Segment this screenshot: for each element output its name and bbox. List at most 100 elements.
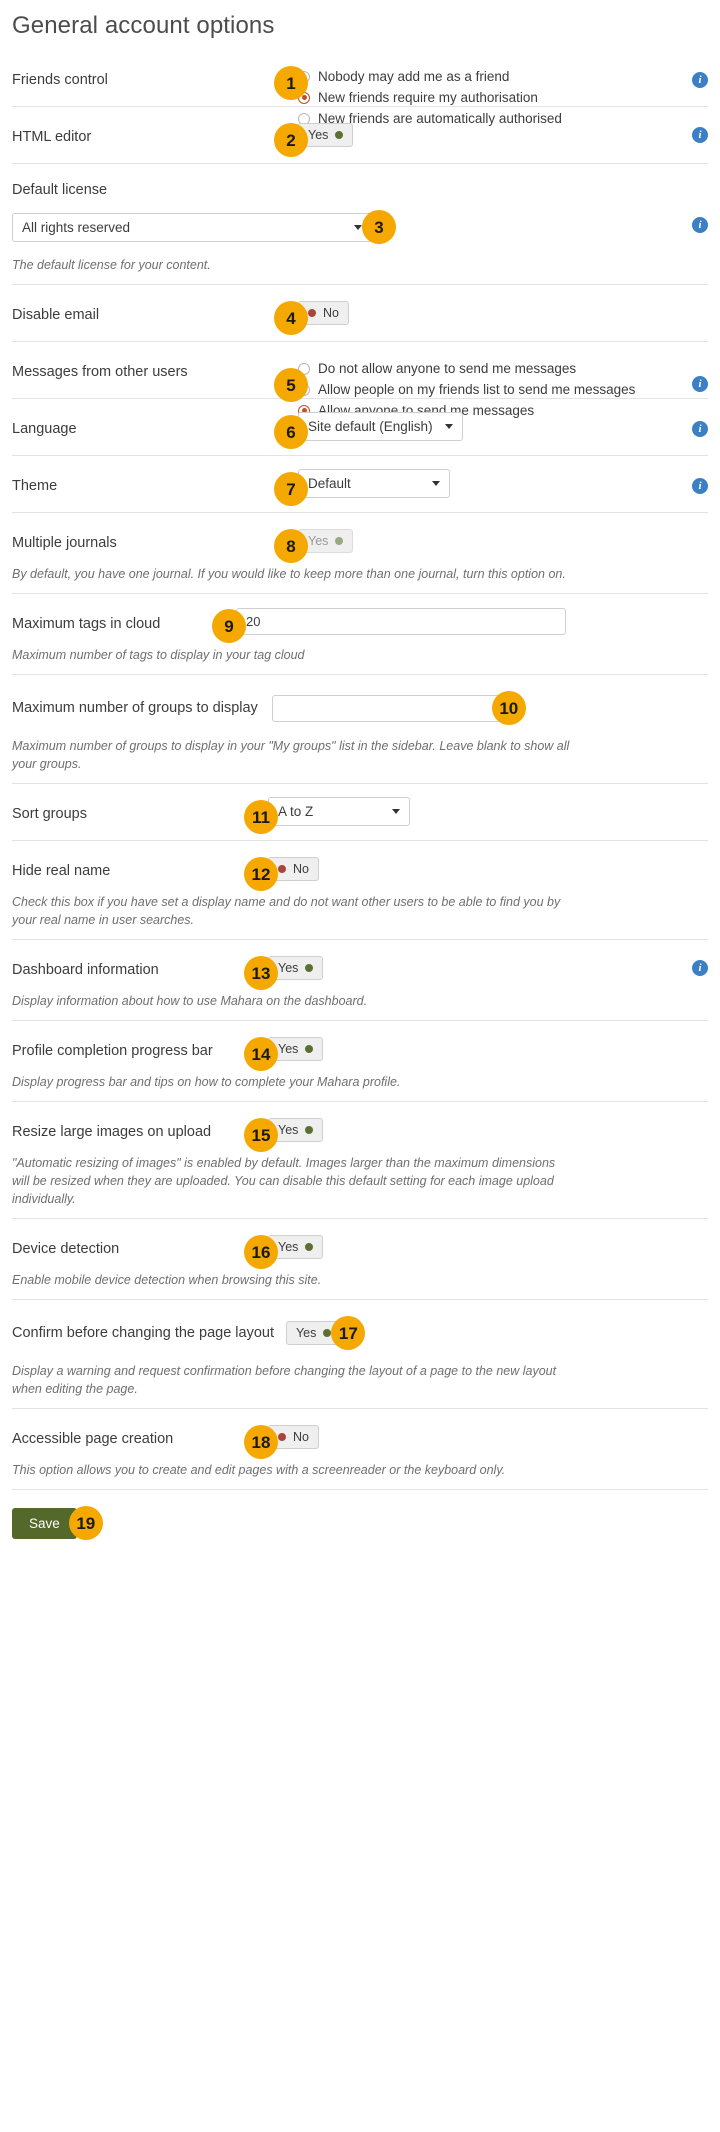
annotation-badge-1: 1 bbox=[274, 66, 308, 100]
status-dot-icon bbox=[305, 1243, 313, 1251]
input-maximum-groups-to-display[interactable] bbox=[272, 695, 502, 722]
help-accessible-page-creation: This option allows you to create and edi… bbox=[12, 1461, 572, 1479]
form-row-confirm-page-layout: Confirm before changing the page layout … bbox=[12, 1299, 708, 1408]
label-friends-control: Friends control bbox=[12, 66, 108, 90]
help-profile-completion-progress-bar: Display progress bar and tips on how to … bbox=[12, 1073, 572, 1091]
annotation-badge-14: 14 bbox=[244, 1037, 278, 1071]
annotation-badge-4: 4 bbox=[274, 301, 308, 335]
annotation-badge-10: 10 bbox=[492, 691, 526, 725]
form-row-resize-large-images: Resize large images on upload 15 Yes "Au… bbox=[12, 1101, 708, 1218]
annotation-badge-9: 9 bbox=[212, 609, 246, 643]
form-row-maximum-tags-in-cloud: Maximum tags in cloud 9 20 Maximum numbe… bbox=[12, 593, 708, 674]
annotation-badge-16: 16 bbox=[244, 1235, 278, 1269]
toggle-label: Yes bbox=[278, 1123, 298, 1137]
info-icon[interactable]: i bbox=[692, 72, 708, 88]
annotation-badge-18: 18 bbox=[244, 1425, 278, 1459]
help-resize-large-images: "Automatic resizing of images" is enable… bbox=[12, 1154, 572, 1208]
help-dashboard-information: Display information about how to use Mah… bbox=[12, 992, 572, 1010]
input-value: 20 bbox=[246, 614, 260, 629]
input-maximum-tags-in-cloud[interactable]: 20 bbox=[236, 608, 566, 635]
form-row-dashboard-information: Dashboard information 13 Yes i Display i… bbox=[12, 939, 708, 1020]
annotation-badge-6: 6 bbox=[274, 415, 308, 449]
info-icon[interactable]: i bbox=[692, 376, 708, 392]
chevron-down-icon bbox=[354, 225, 362, 230]
form-row-sort-groups: Sort groups 11 A to Z bbox=[12, 783, 708, 840]
radio-option[interactable]: Nobody may add me as a friend bbox=[298, 67, 562, 86]
select-value: Site default (English) bbox=[308, 419, 433, 434]
status-dot-icon bbox=[335, 537, 343, 545]
annotation-badge-19: 19 bbox=[69, 1506, 103, 1540]
form-row-multiple-journals: Multiple journals 8 Yes By default, you … bbox=[12, 512, 708, 593]
form-row-default-license: Default license All rights reserved 3 i … bbox=[12, 163, 708, 284]
radio-option[interactable]: Do not allow anyone to send me messages bbox=[298, 359, 635, 378]
label-profile-completion-progress-bar: Profile completion progress bar bbox=[12, 1037, 213, 1061]
label-messages-from-other-users: Messages from other users bbox=[12, 358, 188, 382]
annotation-badge-8: 8 bbox=[274, 529, 308, 563]
toggle-label: Yes bbox=[278, 1240, 298, 1254]
toggle-label: Yes bbox=[278, 1042, 298, 1056]
select-default-license[interactable]: All rights reserved bbox=[12, 213, 372, 242]
toggle-label: Yes bbox=[308, 534, 328, 548]
form-row-maximum-groups-to-display: Maximum number of groups to display 10 M… bbox=[12, 674, 708, 783]
form-row-language: Language 6 Site default (English) i bbox=[12, 398, 708, 455]
info-icon[interactable]: i bbox=[692, 217, 708, 233]
toggle-label: No bbox=[293, 1430, 309, 1444]
toggle-label: Yes bbox=[296, 1326, 316, 1340]
label-language: Language bbox=[12, 415, 77, 439]
form-row-accessible-page-creation: Accessible page creation 18 No This opti… bbox=[12, 1408, 708, 1489]
select-theme[interactable]: Default bbox=[298, 469, 450, 498]
radio-option[interactable]: New friends require my authorisation bbox=[298, 88, 562, 107]
form-row-html-editor: HTML editor 2 Yes i bbox=[12, 106, 708, 163]
status-dot-icon bbox=[305, 964, 313, 972]
label-device-detection: Device detection bbox=[12, 1235, 119, 1259]
label-resize-large-images: Resize large images on upload bbox=[12, 1118, 211, 1142]
annotation-badge-7: 7 bbox=[274, 472, 308, 506]
label-theme: Theme bbox=[12, 472, 57, 496]
annotation-badge-5: 5 bbox=[274, 368, 308, 402]
select-sort-groups[interactable]: A to Z bbox=[268, 797, 410, 826]
status-dot-icon bbox=[335, 131, 343, 139]
status-dot-icon bbox=[308, 309, 316, 317]
help-device-detection: Enable mobile device detection when brow… bbox=[12, 1271, 572, 1289]
label-multiple-journals: Multiple journals bbox=[12, 529, 117, 553]
annotation-badge-12: 12 bbox=[244, 857, 278, 891]
label-sort-groups: Sort groups bbox=[12, 800, 87, 824]
toggle-label: No bbox=[293, 862, 309, 876]
info-icon[interactable]: i bbox=[692, 421, 708, 437]
status-dot-icon bbox=[323, 1329, 331, 1337]
label-maximum-tags-in-cloud: Maximum tags in cloud bbox=[12, 610, 160, 634]
annotation-badge-13: 13 bbox=[244, 956, 278, 990]
info-icon[interactable]: i bbox=[692, 960, 708, 976]
label-disable-email: Disable email bbox=[12, 301, 99, 325]
help-multiple-journals: By default, you have one journal. If you… bbox=[12, 565, 572, 583]
help-hide-real-name: Check this box if you have set a display… bbox=[12, 893, 572, 929]
select-value: A to Z bbox=[278, 804, 313, 819]
form-row-friends-control: Friends control 1 Nobody may add me as a… bbox=[12, 62, 708, 106]
label-maximum-groups-to-display: Maximum number of groups to display bbox=[12, 698, 258, 718]
help-default-license: The default license for your content. bbox=[12, 256, 572, 274]
label-html-editor: HTML editor bbox=[12, 123, 91, 147]
page-title: General account options bbox=[12, 12, 708, 40]
general-account-options-page: General account options Friends control … bbox=[0, 12, 720, 1564]
save-button[interactable]: Save bbox=[12, 1508, 77, 1539]
label-confirm-page-layout: Confirm before changing the page layout bbox=[12, 1323, 274, 1343]
select-language[interactable]: Site default (English) bbox=[298, 412, 463, 441]
select-value: Default bbox=[308, 476, 351, 491]
chevron-down-icon bbox=[445, 424, 453, 429]
form-row-profile-completion-progress-bar: Profile completion progress bar 14 Yes D… bbox=[12, 1020, 708, 1101]
status-dot-icon bbox=[278, 1433, 286, 1441]
toggle-label: No bbox=[323, 306, 339, 320]
toggle-label: Yes bbox=[278, 961, 298, 975]
annotation-badge-17: 17 bbox=[331, 1316, 365, 1350]
radio-option[interactable]: Allow people on my friends list to send … bbox=[298, 380, 635, 399]
save-area: Save 19 bbox=[12, 1489, 708, 1540]
label-hide-real-name: Hide real name bbox=[12, 857, 110, 881]
label-accessible-page-creation: Accessible page creation bbox=[12, 1425, 173, 1449]
label-default-license: Default license bbox=[12, 180, 708, 200]
help-maximum-tags-in-cloud: Maximum number of tags to display in you… bbox=[12, 646, 572, 664]
info-icon[interactable]: i bbox=[692, 127, 708, 143]
annotation-badge-2: 2 bbox=[274, 123, 308, 157]
annotation-badge-11: 11 bbox=[244, 800, 278, 834]
info-icon[interactable]: i bbox=[692, 478, 708, 494]
help-maximum-groups-to-display: Maximum number of groups to display in y… bbox=[12, 737, 572, 773]
